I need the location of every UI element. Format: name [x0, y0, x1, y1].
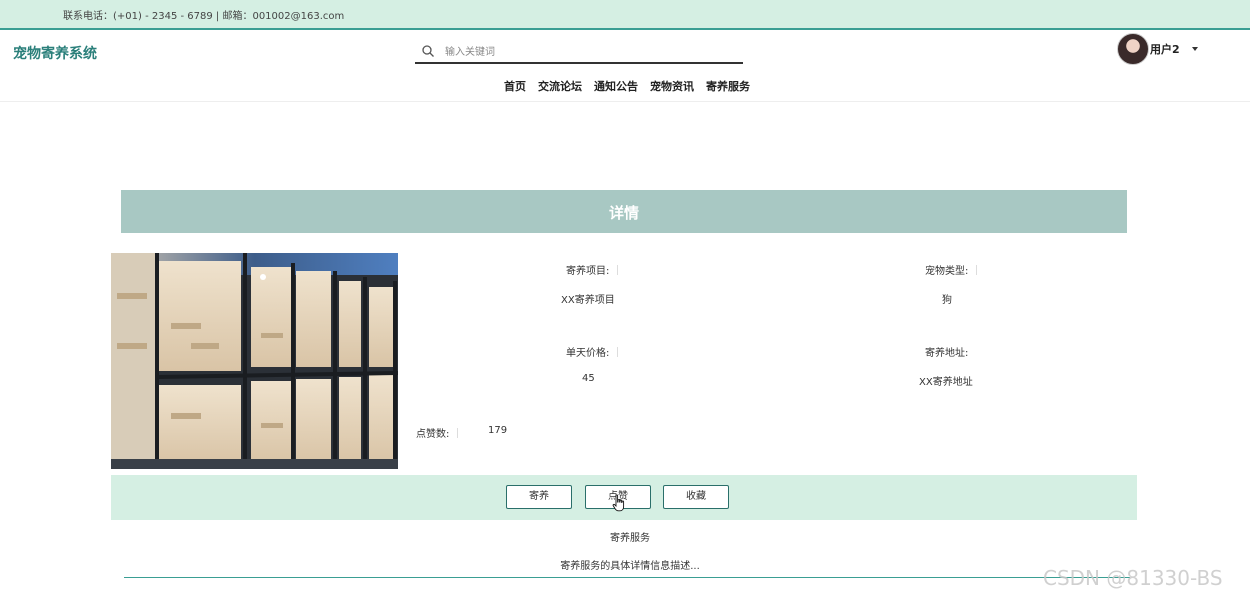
search-input[interactable]	[445, 43, 735, 61]
price-label: 单天价格:	[566, 344, 619, 359]
nav-announcements[interactable]: 通知公告	[588, 78, 644, 94]
search-box	[415, 40, 743, 64]
project-value: XX寄养项目	[561, 295, 615, 306]
site-logo[interactable]: 宠物寄养系统	[13, 43, 97, 63]
nav-boarding-service[interactable]: 寄养服务	[700, 78, 756, 94]
hand-pointer-icon	[612, 494, 625, 512]
likes-label: 点赞数:	[416, 425, 459, 440]
user-name[interactable]: 用户2	[1150, 41, 1180, 57]
nav-forum[interactable]: 交流论坛	[532, 78, 588, 94]
pet-type-label: 宠物类型:	[925, 262, 978, 277]
caret-down-icon[interactable]	[1191, 47, 1198, 51]
service-divider	[124, 577, 1130, 578]
search-icon[interactable]	[421, 44, 435, 58]
pet-type-value: 狗	[942, 295, 952, 306]
top-contact-bar: 联系电话：(+01) - 2345 - 6789 | 邮箱：001002@163…	[0, 0, 1250, 30]
likes-value: 179	[488, 425, 508, 436]
favorite-button[interactable]: 收藏	[663, 485, 729, 509]
boarding-room-photo	[111, 253, 398, 469]
main-nav: 首页 交流论坛 通知公告 宠物资讯 寄养服务	[500, 78, 756, 94]
project-label: 寄养项目:	[566, 262, 619, 277]
contact-info: 联系电话：(+01) - 2345 - 6789 | 邮箱：001002@163…	[63, 11, 345, 22]
nav-pet-news[interactable]: 宠物资讯	[644, 78, 700, 94]
detail-title: 详情	[608, 204, 639, 222]
avatar[interactable]	[1117, 33, 1149, 65]
watermark: CSDN @81330-BS	[1043, 566, 1223, 590]
service-title: 寄养服务	[610, 533, 650, 544]
boarding-room-image	[111, 253, 398, 469]
board-button[interactable]: 寄养	[506, 485, 572, 509]
detail-header-bar: 详情	[121, 190, 1127, 233]
address-value: XX寄养地址	[919, 377, 973, 388]
user-menu[interactable]: 用户2	[1117, 32, 1198, 66]
address-label: 寄养地址:	[925, 348, 969, 359]
nav-home[interactable]: 首页	[500, 78, 532, 94]
site-header: 宠物寄养系统 用户2 首页 交流论坛 通知公告 宠物资讯 寄养服务	[0, 30, 1250, 102]
price-value: 45	[582, 373, 595, 384]
